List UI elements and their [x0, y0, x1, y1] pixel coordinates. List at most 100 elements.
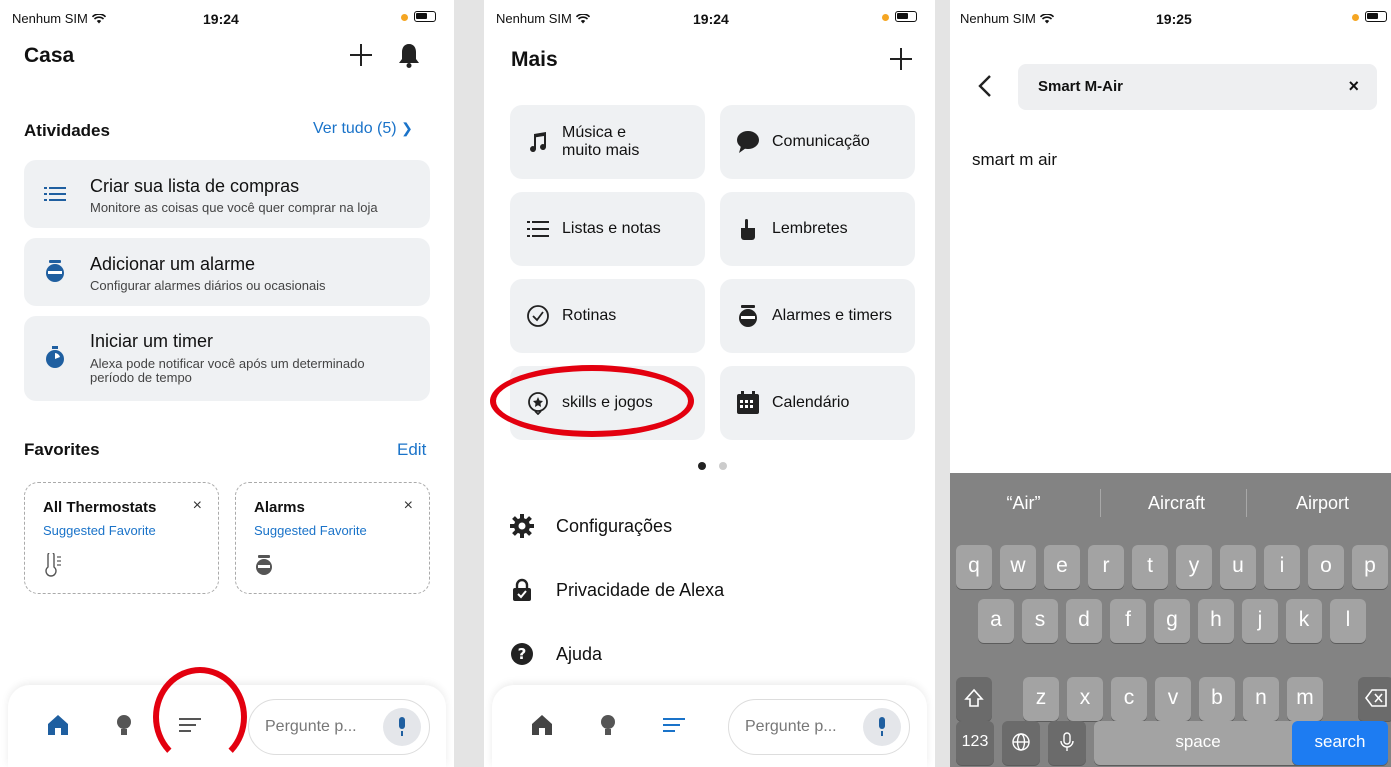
letter-key[interactable]: e — [1044, 545, 1080, 589]
menu-item-settings[interactable]: Configurações — [510, 514, 810, 540]
menu-label: Configurações — [556, 516, 673, 536]
suggestion[interactable]: “Air” — [950, 473, 1097, 533]
letter-key[interactable]: i — [1264, 545, 1300, 589]
lightbulb-icon[interactable] — [596, 713, 620, 737]
letter-key[interactable]: a — [978, 599, 1014, 643]
letter-key[interactable]: g — [1154, 599, 1190, 643]
status-bar: Nenhum SIM 19:24 — [484, 0, 935, 34]
svg-text:?: ? — [518, 645, 527, 663]
back-chevron-icon[interactable] — [978, 74, 992, 98]
ask-placeholder: Pergunte p... — [745, 718, 837, 735]
letter-key[interactable]: q — [956, 545, 992, 589]
gear-icon — [510, 514, 534, 538]
page-title: Mais — [511, 48, 558, 71]
letter-key[interactable]: l — [1330, 599, 1366, 643]
bell-icon[interactable] — [398, 42, 420, 68]
shift-icon — [964, 688, 984, 707]
carrier-label: Nenhum SIM — [496, 11, 572, 26]
letter-key[interactable]: p — [1352, 545, 1388, 589]
activity-card[interactable]: Criar sua lista de compras Monitore as c… — [24, 160, 430, 228]
letter-key[interactable]: h — [1198, 599, 1234, 643]
mic-button[interactable] — [383, 708, 421, 746]
wifi-icon — [1039, 14, 1054, 24]
letter-key[interactable]: c — [1111, 677, 1147, 721]
suggestion[interactable]: Airport — [1249, 473, 1391, 533]
dictation-key[interactable] — [1048, 721, 1086, 765]
menu-item-help[interactable]: ? Ajuda — [510, 642, 810, 668]
search-key[interactable]: search — [1292, 721, 1388, 765]
letter-key[interactable]: j — [1242, 599, 1278, 643]
space-key[interactable]: space — [1094, 721, 1302, 765]
search-input[interactable]: Smart M-Air × — [1018, 64, 1377, 110]
tile-communication[interactable]: Comunicação — [720, 105, 915, 179]
close-icon[interactable]: × — [404, 497, 413, 515]
tile-reminders[interactable]: Lembretes — [720, 192, 915, 266]
suggestion[interactable]: Aircraft — [1103, 473, 1250, 533]
favorites-heading: Favorites — [24, 440, 100, 459]
menu-label: Ajuda — [556, 644, 603, 664]
tile-routines[interactable]: Rotinas — [510, 279, 705, 353]
routine-check-icon — [527, 305, 549, 327]
letter-key[interactable]: b — [1199, 677, 1235, 721]
letter-key[interactable]: m — [1287, 677, 1323, 721]
microphone-icon — [879, 717, 885, 736]
letter-key[interactable]: v — [1155, 677, 1191, 721]
tile-label: Comunicação — [772, 133, 870, 150]
letter-key[interactable]: z — [1023, 677, 1059, 721]
home-screen: Nenhum SIM 19:24 Casa Atividades Ver tud… — [0, 0, 454, 767]
microphone-icon — [1060, 732, 1074, 751]
tile-calendar[interactable]: Calendário — [720, 366, 915, 440]
favorite-card[interactable]: Alarms Suggested Favorite × — [235, 482, 430, 594]
home-icon[interactable] — [46, 713, 70, 737]
letter-key[interactable]: k — [1286, 599, 1322, 643]
ask-alexa-input[interactable]: Pergunte p... — [728, 699, 910, 755]
page-title: Casa — [24, 44, 75, 67]
shift-key[interactable] — [956, 677, 992, 721]
search-result[interactable]: smart m air — [972, 150, 1057, 170]
letter-key[interactable]: s — [1022, 599, 1058, 643]
letter-key[interactable]: x — [1067, 677, 1103, 721]
clear-icon[interactable]: × — [1348, 76, 1359, 97]
add-icon[interactable] — [350, 44, 372, 66]
tile-lists[interactable]: Listas e notas — [510, 192, 705, 266]
menu-label: Privacidade de Alexa — [556, 580, 725, 600]
wifi-icon — [575, 14, 590, 24]
tile-music[interactable]: Música e muito mais — [510, 105, 705, 179]
more-menu-icon[interactable] — [662, 713, 686, 737]
alarm-clock-icon — [46, 260, 64, 282]
calendar-icon — [737, 391, 759, 414]
home-icon[interactable] — [530, 713, 554, 737]
globe-key[interactable] — [1002, 721, 1040, 765]
menu-item-privacy[interactable]: Privacidade de Alexa — [510, 578, 810, 604]
activity-card[interactable]: Adicionar um alarme Configurar alarmes d… — [24, 238, 430, 306]
letter-key[interactable]: r — [1088, 545, 1124, 589]
battery-icon — [414, 11, 436, 22]
edit-link[interactable]: Edit — [397, 440, 426, 460]
music-note-icon — [530, 132, 547, 153]
status-bar: Nenhum SIM 19:24 — [0, 0, 454, 34]
backspace-key[interactable] — [1358, 677, 1391, 721]
tile-alarms[interactable]: Alarmes e timers — [720, 279, 915, 353]
letter-key[interactable]: t — [1132, 545, 1168, 589]
favorite-card[interactable]: All Thermostats Suggested Favorite × — [24, 482, 219, 594]
mic-button[interactable] — [863, 708, 901, 746]
numbers-key[interactable]: 123 — [956, 721, 994, 765]
help-icon: ? — [511, 643, 533, 665]
letter-key[interactable]: o — [1308, 545, 1344, 589]
lightbulb-icon[interactable] — [112, 713, 136, 737]
activity-card[interactable]: Iniciar um timer Alexa pode notificar vo… — [24, 316, 430, 401]
see-all-link[interactable]: Ver tudo (5) ❯ — [313, 120, 413, 138]
alarm-clock-icon — [739, 305, 757, 327]
add-icon[interactable] — [890, 48, 912, 70]
letter-key[interactable]: n — [1243, 677, 1279, 721]
annotation-circle — [153, 667, 247, 767]
ask-alexa-input[interactable]: Pergunte p... — [248, 699, 430, 755]
close-icon[interactable]: × — [193, 497, 202, 515]
card-title: Iniciar um timer — [90, 331, 214, 351]
page-dot — [719, 462, 727, 470]
letter-key[interactable]: w — [1000, 545, 1036, 589]
letter-key[interactable]: f — [1110, 599, 1146, 643]
letter-key[interactable]: d — [1066, 599, 1102, 643]
letter-key[interactable]: u — [1220, 545, 1256, 589]
letter-key[interactable]: y — [1176, 545, 1212, 589]
